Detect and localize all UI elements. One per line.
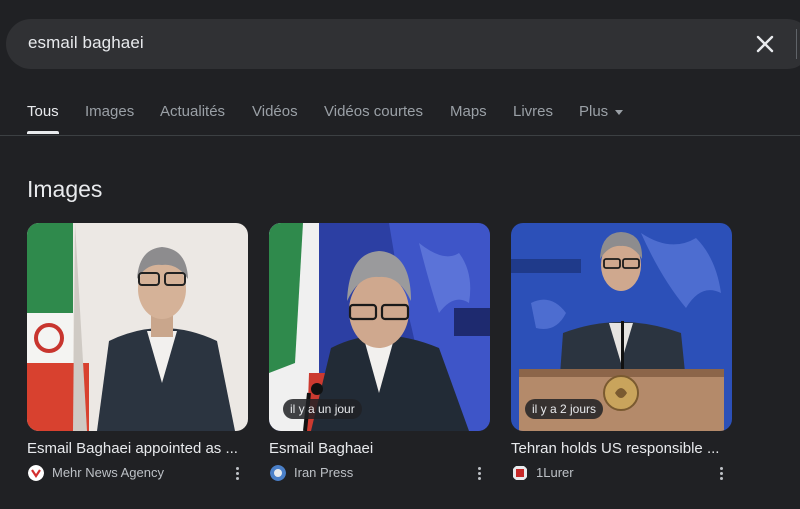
- caret-down-icon: [615, 109, 624, 115]
- images-section-title: Images: [27, 176, 103, 202]
- image-card[interactable]: il y a un jour Esmail Baghaei Iran Press: [269, 223, 490, 482]
- tab-videos-courtes[interactable]: Vidéos courtes: [324, 103, 423, 120]
- search-input[interactable]: esmail baghaei: [28, 33, 144, 53]
- tab-plus[interactable]: Plus: [579, 103, 624, 120]
- more-options-button[interactable]: [231, 464, 243, 482]
- source-name[interactable]: Mehr News Agency: [52, 465, 164, 480]
- tab-tous[interactable]: Tous: [27, 103, 59, 120]
- more-options-button[interactable]: [715, 464, 727, 482]
- portrait-image: [27, 223, 248, 431]
- image-thumbnail[interactable]: il y a 2 jours: [511, 223, 732, 431]
- search-box[interactable]: esmail baghaei: [6, 19, 800, 69]
- image-card-title[interactable]: Esmail Baghaei: [269, 440, 490, 457]
- top-bar: esmail baghaei: [0, 0, 800, 90]
- image-thumbnail[interactable]: [27, 223, 248, 431]
- tab-plus-label: Plus: [579, 103, 609, 120]
- tab-maps[interactable]: Maps: [450, 103, 487, 120]
- close-icon: [756, 35, 774, 53]
- tab-images[interactable]: Images: [85, 103, 134, 120]
- image-card[interactable]: Esmail Baghaei appointed as ... Mehr New…: [27, 223, 248, 482]
- search-tabs: Tous Images Actualités Vidéos Vidéos cou…: [0, 90, 800, 136]
- source-name[interactable]: Iran Press: [294, 465, 353, 480]
- iran-press-logo-icon: [270, 465, 286, 481]
- mehr-news-logo-icon: [28, 465, 44, 481]
- image-card-title[interactable]: Tehran holds US responsible ...: [511, 440, 732, 457]
- image-card-source: Iran Press: [269, 464, 490, 482]
- more-options-button[interactable]: [473, 464, 485, 482]
- image-card-source: 1Lurer: [511, 464, 732, 482]
- tab-actualites[interactable]: Actualités: [160, 103, 225, 120]
- search-divider: [796, 29, 797, 59]
- image-thumbnail[interactable]: il y a un jour: [269, 223, 490, 431]
- active-tab-indicator: [27, 131, 59, 134]
- time-badge: il y a 2 jours: [525, 399, 604, 419]
- clear-search-button[interactable]: [752, 31, 778, 57]
- image-card-source: Mehr News Agency: [27, 464, 248, 482]
- image-card-title[interactable]: Esmail Baghaei appointed as ...: [27, 440, 248, 457]
- tab-videos[interactable]: Vidéos: [252, 103, 298, 120]
- image-card[interactable]: il y a 2 jours Tehran holds US responsib…: [511, 223, 732, 482]
- tab-livres[interactable]: Livres: [513, 103, 553, 120]
- lurer-logo-icon: [513, 466, 527, 480]
- source-name[interactable]: 1Lurer: [536, 465, 574, 480]
- time-badge: il y a un jour: [283, 399, 362, 419]
